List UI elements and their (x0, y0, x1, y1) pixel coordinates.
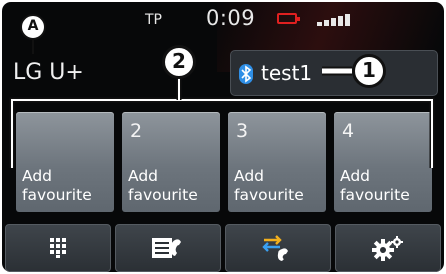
callout-a-marker: A (20, 14, 46, 40)
annotation-overlay (9, 40, 435, 168)
callout-2-marker: 2 (162, 45, 196, 79)
callout-1-marker: 1 (352, 54, 386, 88)
